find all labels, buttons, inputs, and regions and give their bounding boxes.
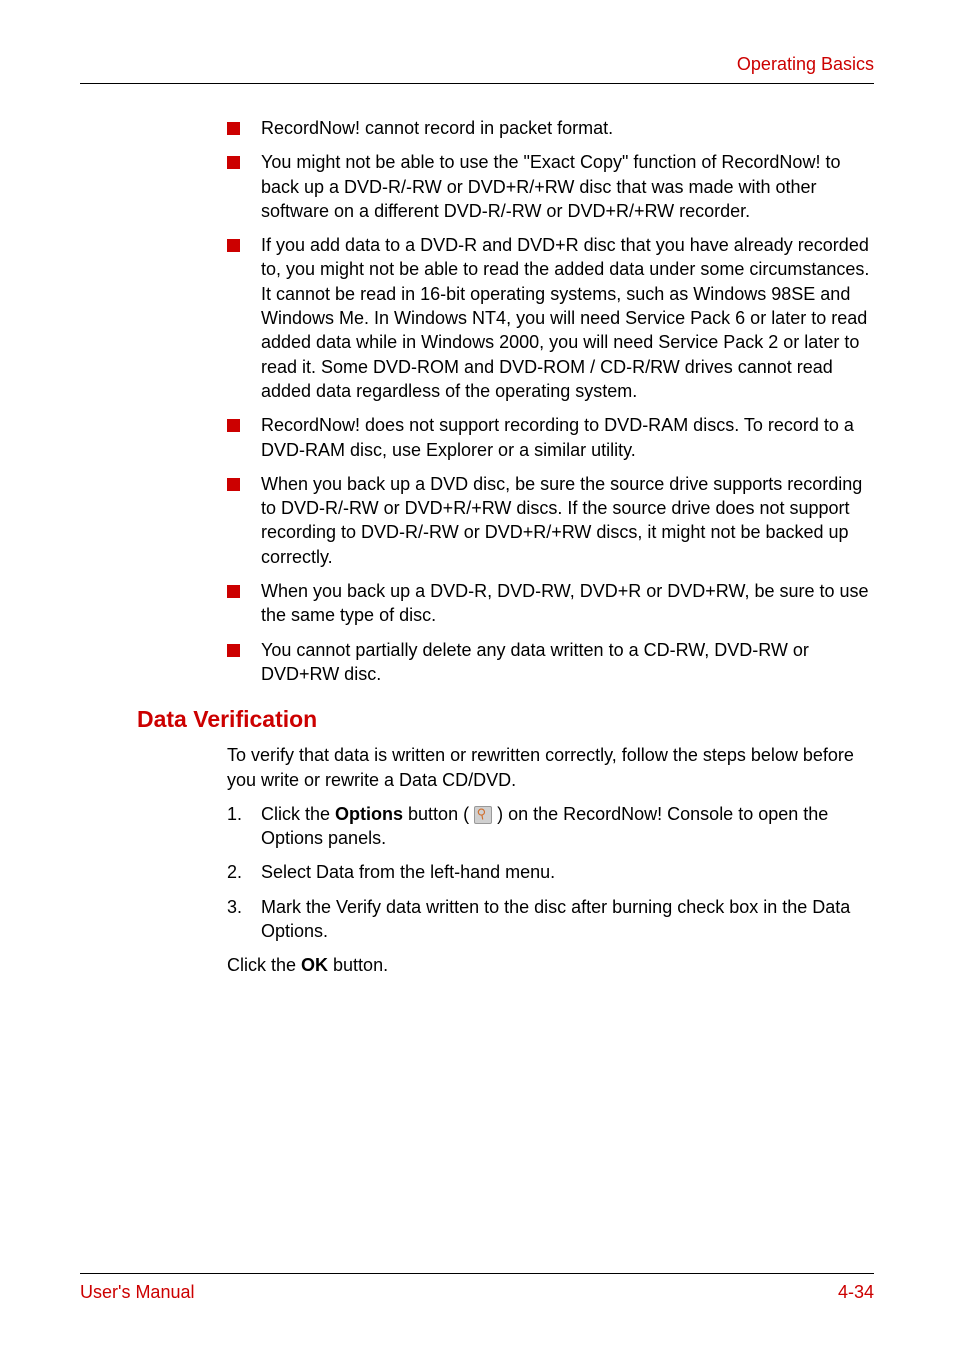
bullet-item: If you add data to a DVD-R and DVD+R dis… [227, 233, 874, 403]
closing-prefix: Click the [227, 955, 301, 975]
section-intro: To verify that data is written or rewrit… [227, 743, 874, 792]
bullet-item: RecordNow! cannot record in packet forma… [227, 116, 874, 140]
options-icon [474, 806, 492, 824]
closing-suffix: button. [328, 955, 388, 975]
closing-bold: OK [301, 955, 328, 975]
bullet-item: RecordNow! does not support recording to… [227, 413, 874, 462]
page-footer: User's Manual 4-34 [80, 1273, 874, 1303]
bullet-item: When you back up a DVD disc, be sure the… [227, 472, 874, 569]
bullet-item: You cannot partially delete any data wri… [227, 638, 874, 687]
closing-text: Click the OK button. [227, 953, 874, 977]
step1-mid: button ( [403, 804, 474, 824]
step-item: Select Data from the left-hand menu. [227, 860, 874, 884]
main-content: RecordNow! cannot record in packet forma… [80, 116, 874, 978]
bullet-item: When you back up a DVD-R, DVD-RW, DVD+R … [227, 579, 874, 628]
header-title: Operating Basics [737, 54, 874, 74]
step-item: Mark the Verify data written to the disc… [227, 895, 874, 944]
footer-right: 4-34 [838, 1282, 874, 1303]
numbered-list: Click the Options button ( ) on the Reco… [227, 802, 874, 943]
footer-left: User's Manual [80, 1282, 194, 1303]
step-item: Click the Options button ( ) on the Reco… [227, 802, 874, 851]
bullet-item: You might not be able to use the "Exact … [227, 150, 874, 223]
section-heading: Data Verification [137, 706, 874, 733]
step1-bold: Options [335, 804, 403, 824]
step1-prefix: Click the [261, 804, 335, 824]
page-header: Operating Basics [80, 54, 874, 84]
bullet-list: RecordNow! cannot record in packet forma… [227, 116, 874, 686]
